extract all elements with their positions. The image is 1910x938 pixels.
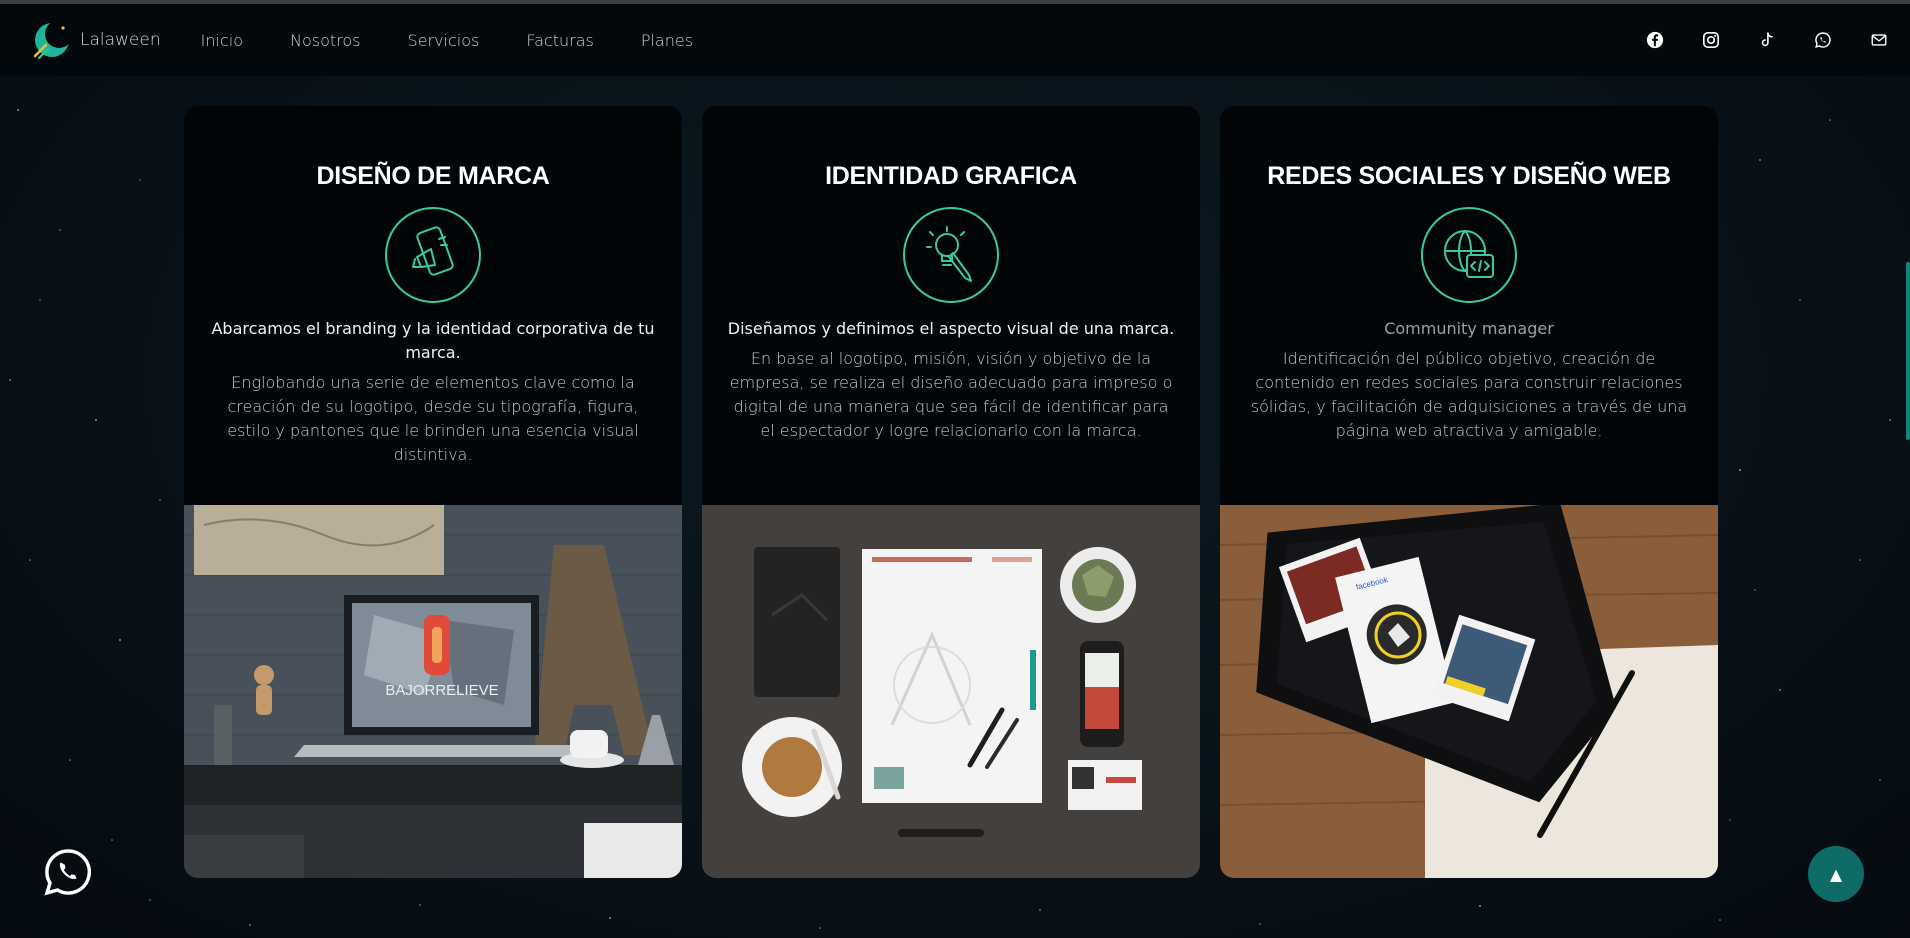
card-description: Identificación del público objetivo, cre… [1250,349,1688,440]
whatsapp-icon[interactable] [1813,30,1833,50]
tiktok-icon[interactable] [1757,30,1777,50]
card-lead: Diseñamos y definimos el aspecto visual … [727,319,1175,338]
mail-icon[interactable] [1869,30,1889,50]
card-description: En base al logotipo, misión, visión y ob… [729,349,1173,440]
smartphone-megaphone-icon [385,207,481,303]
top-navbar: Lalaween Inicio Nosotros Servicios Factu… [0,4,1910,76]
service-card-identidad: IDENTIDAD GRAFICA Diseñamos y definimos … [702,106,1200,878]
laptop-desk-mockup-photo: BAJORRELIEVE [184,505,682,878]
back-to-top-button[interactable]: ▲ [1808,846,1864,902]
service-card-branding: DISEÑO DE MARCA Abarcamos el branding y … [184,106,682,878]
social-links [1609,4,1910,76]
brand[interactable]: Lalaween [30,18,161,62]
card-title: REDES SOCIALES Y DISEÑO WEB [1267,162,1671,190]
card-content: DISEÑO DE MARCA Abarcamos el branding y … [184,106,682,505]
card-title: IDENTIDAD GRAFICA [825,162,1077,190]
main-nav: Inicio Nosotros Servicios Facturas Plane… [201,31,740,50]
lightbulb-pencil-icon [903,207,999,303]
globe-code-icon [1421,207,1517,303]
service-card-redes: REDES SOCIALES Y DISEÑO WEB Community ma… [1220,106,1718,878]
nav-facturas[interactable]: Facturas [526,31,593,50]
card-title: DISEÑO DE MARCA [316,162,550,190]
scrollbar-thumb[interactable] [1906,262,1910,440]
card-content: REDES SOCIALES Y DISEÑO WEB Community ma… [1220,106,1718,505]
crescent-moon-logo [33,20,73,59]
card-description: Englobando una serie de elementos clave … [227,373,639,464]
nav-planes[interactable]: Planes [641,31,693,50]
whatsapp-chat-icon[interactable] [42,846,94,898]
tablet-social-media-photo: facebook [1220,505,1718,878]
card-content: IDENTIDAD GRAFICA Diseñamos y definimos … [702,106,1200,505]
nav-nosotros[interactable]: Nosotros [290,31,361,50]
services-cards: DISEÑO DE MARCA Abarcamos el branding y … [184,106,1718,878]
nav-servicios[interactable]: Servicios [408,31,480,50]
instagram-icon[interactable] [1701,30,1721,50]
facebook-icon[interactable] [1645,30,1665,50]
card-lead: Abarcamos el branding y la identidad cor… [211,319,655,362]
stationery-mockup-photo [702,505,1200,878]
svg-text:BAJORRELIEVE: BAJORRELIEVE [385,682,498,699]
card-lead: Community manager [1384,319,1554,338]
nav-inicio[interactable]: Inicio [201,31,243,50]
brand-name: Lalaween [80,30,161,50]
